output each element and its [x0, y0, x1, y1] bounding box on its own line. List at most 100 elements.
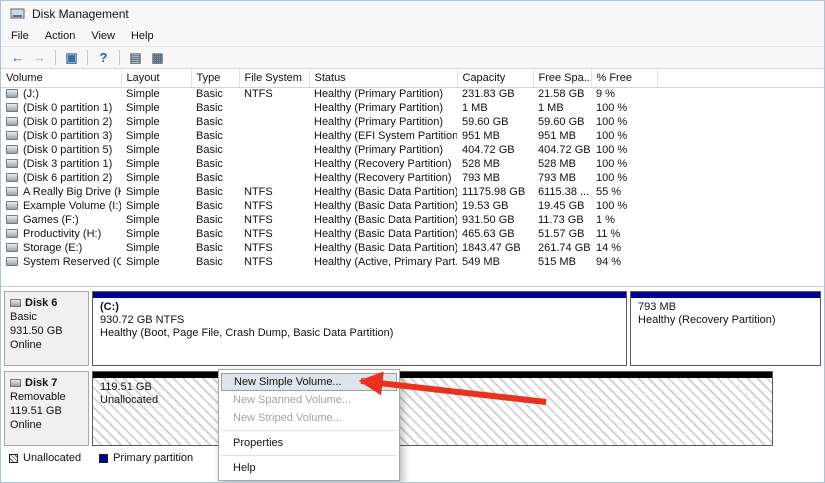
volume-cell: (Disk 0 partition 1)	[1, 101, 121, 115]
toolbar-separator	[87, 50, 88, 65]
partition-primary[interactable]: (C:)930.72 GB NTFSHealthy (Boot, Page Fi…	[92, 291, 627, 366]
table-row[interactable]: (Disk 6 partition 2)SimpleBasicHealthy (…	[1, 171, 824, 185]
cell: Simple	[121, 87, 191, 101]
disk-label-disk-7[interactable]: Disk 7Removable119.51 GBOnline	[4, 371, 89, 446]
partition-body: 119.51 GBUnallocated	[93, 378, 772, 445]
cell: 100 %	[591, 199, 657, 213]
cell-filler	[657, 171, 824, 185]
console-window-icon[interactable]: ▣	[62, 50, 81, 66]
cell: 1 %	[591, 213, 657, 227]
cell: Healthy (EFI System Partition)	[309, 129, 457, 143]
table-row[interactable]: (Disk 0 partition 3)SimpleBasicHealthy (…	[1, 129, 824, 143]
cell: 931.50 GB	[457, 213, 533, 227]
cell	[239, 101, 309, 115]
menu-help[interactable]: Help	[123, 28, 162, 44]
table-row[interactable]: (Disk 0 partition 1)SimpleBasicHealthy (…	[1, 101, 824, 115]
partition-body: 793 MBHealthy (Recovery Partition)	[631, 298, 820, 365]
partition-body: (C:)930.72 GB NTFSHealthy (Boot, Page Fi…	[93, 298, 626, 365]
forward-icon[interactable]: →	[30, 50, 49, 65]
cell: Simple	[121, 129, 191, 143]
table-row[interactable]: Example Volume (I:)SimpleBasicNTFSHealth…	[1, 199, 824, 213]
cell-filler	[657, 87, 824, 101]
cell: 100 %	[591, 143, 657, 157]
cell: 14 %	[591, 241, 657, 255]
cell: 9 %	[591, 87, 657, 101]
cell: Basic	[191, 241, 239, 255]
cell: 1843.47 GB	[457, 241, 533, 255]
disk-list-view-icon[interactable]: ▤	[126, 50, 145, 66]
disk-icon	[10, 379, 21, 387]
cell-filler	[657, 213, 824, 227]
cell: Simple	[121, 185, 191, 199]
cell: 793 MB	[533, 171, 591, 185]
disk-label-disk-6[interactable]: Disk 6Basic931.50 GBOnline	[4, 291, 89, 366]
legend-swatch-primary	[99, 454, 108, 463]
toolbar-separator	[55, 50, 56, 65]
cell: NTFS	[239, 241, 309, 255]
legend-label: Unallocated	[23, 452, 81, 464]
disk-row-disk-7: Disk 7Removable119.51 GBOnline119.51 GBU…	[4, 371, 821, 446]
back-icon[interactable]: ←	[8, 50, 27, 65]
table-row[interactable]: A Really Big Drive (K:)SimpleBasicNTFSHe…	[1, 185, 824, 199]
table-row[interactable]: System Reserved (G:)SimpleBasicNTFSHealt…	[1, 255, 824, 269]
cell: Basic	[191, 213, 239, 227]
menu-view[interactable]: View	[83, 28, 123, 44]
volume-name: (Disk 0 partition 2)	[23, 116, 112, 128]
cell: Basic	[191, 255, 239, 269]
disk-management-window: Disk Management FileActionViewHelp ←→▣?▤…	[0, 0, 825, 483]
cell: Healthy (Basic Data Partition)	[309, 199, 457, 213]
cell: Healthy (Active, Primary Part...	[309, 255, 457, 269]
drive-icon	[6, 89, 18, 98]
cell: Healthy (Basic Data Partition)	[309, 213, 457, 227]
cell: Basic	[191, 101, 239, 115]
table-row[interactable]: (Disk 0 partition 2)SimpleBasicHealthy (…	[1, 115, 824, 129]
column-header-file-system[interactable]: File System	[239, 69, 309, 87]
column-header-layout[interactable]: Layout	[121, 69, 191, 87]
cell: 951 MB	[533, 129, 591, 143]
volume-cell: (Disk 3 partition 1)	[1, 157, 121, 171]
legend: UnallocatedPrimary partition	[1, 449, 824, 467]
column-header-type[interactable]: Type	[191, 69, 239, 87]
cell: Basic	[191, 171, 239, 185]
volume-name: (Disk 3 partition 1)	[23, 158, 112, 170]
cell: 55 %	[591, 185, 657, 199]
context-menu-item-properties[interactable]: Properties	[219, 434, 399, 452]
column-header-volume[interactable]: Volume	[1, 69, 121, 87]
table-row[interactable]: (Disk 0 partition 5)SimpleBasicHealthy (…	[1, 143, 824, 157]
column-header-status[interactable]: Status	[309, 69, 457, 87]
table-row[interactable]: (J:)SimpleBasicNTFSHealthy (Primary Part…	[1, 87, 824, 101]
table-row[interactable]: Games (F:)SimpleBasicNTFSHealthy (Basic …	[1, 213, 824, 227]
column-header-free[interactable]: % Free	[591, 69, 657, 87]
cell: 793 MB	[457, 171, 533, 185]
menu-action[interactable]: Action	[37, 28, 84, 44]
partition-primary[interactable]: 793 MBHealthy (Recovery Partition)	[630, 291, 821, 366]
cell: Healthy (Primary Partition)	[309, 87, 457, 101]
drive-icon	[6, 145, 18, 154]
column-header-filler	[657, 69, 824, 87]
cell: 100 %	[591, 115, 657, 129]
context-menu-item-help[interactable]: Help	[219, 459, 399, 477]
drive-icon	[6, 131, 18, 140]
menu-file[interactable]: File	[3, 28, 37, 44]
graphical-view-icon[interactable]: ▦	[148, 50, 167, 66]
column-header-capacity[interactable]: Capacity	[457, 69, 533, 87]
table-row[interactable]: Storage (E:)SimpleBasicNTFSHealthy (Basi…	[1, 241, 824, 255]
context-menu-item-new-simple-volume[interactable]: New Simple Volume...	[221, 373, 397, 391]
cell-filler	[657, 255, 824, 269]
column-header-free-spa[interactable]: Free Spa...	[533, 69, 591, 87]
cell-filler	[657, 143, 824, 157]
help-icon[interactable]: ?	[94, 50, 113, 65]
disk-type: Basic	[10, 310, 83, 324]
disk-status: Online	[10, 338, 83, 352]
partition-unallocated[interactable]: 119.51 GBUnallocated	[92, 371, 773, 446]
volume-cell: (J:)	[1, 87, 121, 101]
volume-cell: (Disk 0 partition 3)	[1, 129, 121, 143]
disk-name: Disk 6	[10, 296, 83, 310]
cell: Healthy (Primary Partition)	[309, 115, 457, 129]
volume-cell: (Disk 6 partition 2)	[1, 171, 121, 185]
menu-separator	[221, 455, 397, 456]
partition-text-line: 930.72 GB NTFS	[100, 314, 619, 327]
table-row[interactable]: Productivity (H:)SimpleBasicNTFSHealthy …	[1, 227, 824, 241]
cell-filler	[657, 115, 824, 129]
table-row[interactable]: (Disk 3 partition 1)SimpleBasicHealthy (…	[1, 157, 824, 171]
